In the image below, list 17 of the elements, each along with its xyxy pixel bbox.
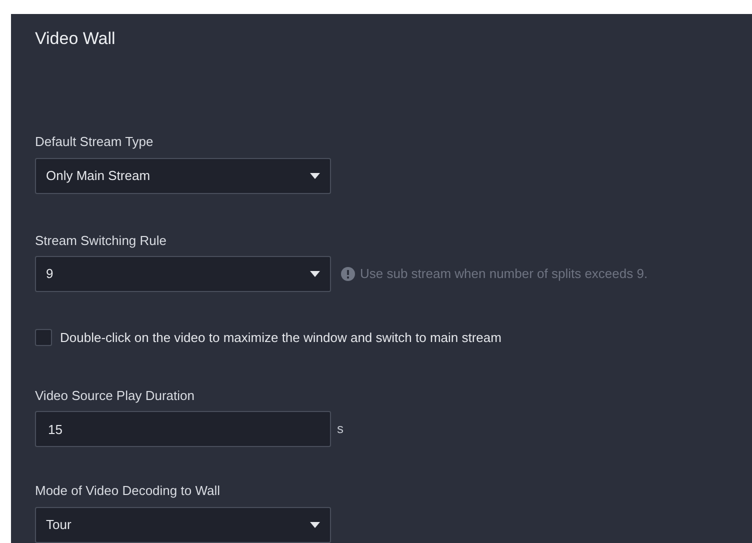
field-label: Video Source Play Duration [35,386,196,405]
hint-text: Use sub stream when number of splits exceeds 9. [360,265,648,284]
field-label: Stream Switching Rule [35,232,168,250]
dropdown[interactable]: 9 [35,256,331,292]
unit-text: s [337,420,344,438]
checkbox[interactable] [35,329,52,346]
dropdown[interactable]: Tour [35,506,331,542]
caret-icon [310,172,320,178]
input-field[interactable]: 15 [35,411,331,447]
panel-title: Video Wall [35,28,116,50]
field-label: Mode of Video Decoding to Wall [35,482,221,500]
field-label: Default Stream Type [35,133,154,151]
dropdown[interactable]: Only Main Stream [35,158,331,194]
caret-icon [310,522,320,528]
caret-icon [310,271,320,277]
checkbox-label: Double-click on the video to maximize the window and switch to main stream [60,329,502,347]
info-icon [341,267,355,281]
